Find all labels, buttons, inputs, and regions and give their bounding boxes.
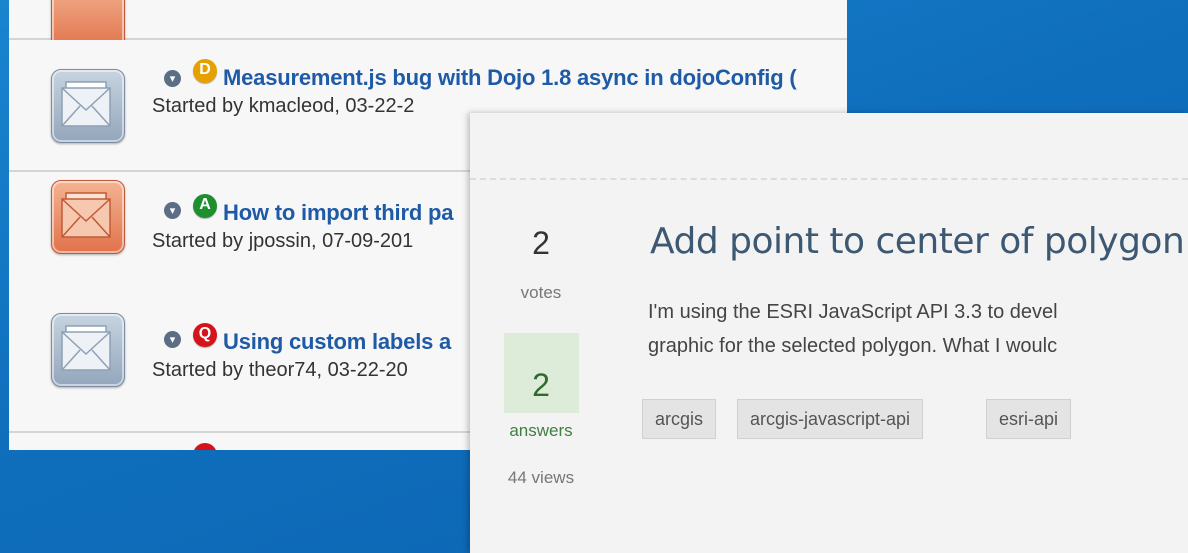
answer-count: 2	[532, 367, 550, 403]
thread-title-link[interactable]: How to import third pa	[223, 200, 453, 226]
question-excerpt-line: I'm using the ESRI JavaScript API 3.3 to…	[648, 301, 1058, 323]
chevron-down-icon[interactable]: ▾	[164, 202, 181, 219]
chevron-down-icon[interactable]: ▾	[164, 70, 181, 87]
question-summary-panel: 2 votes 2 answers 44 views Add point to …	[470, 113, 1188, 553]
thread-started-by: Started by kmacleod, 03-22-2	[152, 95, 415, 117]
thread-started-by: Started by jpossin, 07-09-201	[152, 230, 414, 252]
chevron-down-icon[interactable]: ▾	[164, 331, 181, 348]
thread-title-link[interactable]: Measurement.js bug with Dojo 1.8 async i…	[223, 65, 797, 91]
divider	[470, 178, 1188, 180]
view-count: 44 views	[507, 468, 575, 487]
thread-title-link[interactable]: Using custom labels a	[223, 329, 451, 355]
vote-count: 2	[532, 225, 550, 261]
thread-type-badge: Q	[193, 323, 217, 347]
tag-arcgis[interactable]: arcgis	[642, 399, 717, 439]
tag-esri-api[interactable]: esri-api	[986, 399, 1072, 439]
thread-row-partial-top	[9, 0, 847, 52]
thread-type-badge	[193, 443, 217, 450]
votes-label: votes	[520, 283, 562, 302]
question-excerpt-line: graphic for the selected polygon. What I…	[648, 335, 1058, 357]
thread-type-badge: D	[193, 59, 217, 83]
question-title-link[interactable]: Add point to center of polygon	[650, 221, 1185, 262]
envelope-icon	[51, 313, 125, 387]
tag-arcgis-javascript-api[interactable]: arcgis-javascript-api	[737, 399, 924, 439]
thread-started-by: Started by theor74, 03-22-20	[152, 359, 408, 381]
thread-type-badge: A	[193, 194, 217, 218]
envelope-icon	[51, 69, 125, 143]
envelope-icon	[51, 180, 125, 254]
answers-label: answers	[509, 421, 573, 440]
